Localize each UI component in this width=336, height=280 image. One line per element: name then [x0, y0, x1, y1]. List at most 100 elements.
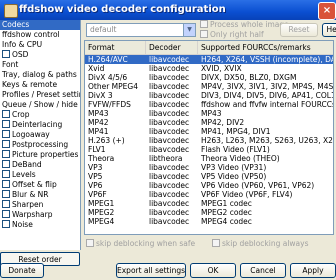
remarks-cell: Flash Video (FLV1): [201, 145, 270, 154]
sidebar-item[interactable]: Postprocessing: [0, 140, 80, 150]
format-cell: DivX 4/5/6: [88, 73, 128, 82]
table-row[interactable]: MP41 libavcodec MP41, MPG4, DIV1: [85, 127, 333, 136]
sidebar-item[interactable]: Sharpen: [0, 200, 80, 210]
table-row[interactable]: FVFW/FFDS libavcodec ffdshow and ffvfw int…: [85, 100, 333, 109]
format-cell: VP6: [88, 181, 103, 190]
remarks-cell: MP42, DIV2: [201, 118, 245, 127]
sidebar-item-label: Logoaway: [12, 130, 50, 139]
sidebar-item[interactable]: Tray, dialog & paths: [0, 70, 80, 80]
table-row[interactable]: FLV1 libavcodec Flash Video (FLV1): [85, 145, 333, 154]
header-decoder[interactable]: Decoder: [146, 41, 198, 54]
header-format[interactable]: Format: [85, 41, 146, 54]
decoder-cell: libavcodec: [149, 55, 190, 64]
table-row[interactable]: VP3 libavcodec VP3 Video (VP31): [85, 163, 333, 172]
help-button[interactable]: Help: [322, 23, 336, 37]
skip-deblocking-safe-checkbox[interactable]: skip deblocking when safe: [86, 239, 195, 248]
table-row[interactable]: VP6 libavcodec VP6 Video (VP60, VP61, VP62…: [85, 181, 333, 190]
sidebar-item[interactable]: Blur & NR: [0, 190, 80, 200]
sidebar-item[interactable]: Noise: [0, 220, 80, 230]
sidebar-item[interactable]: ffdshow control: [0, 30, 80, 40]
codec-table[interactable]: Format Decoder Supported FOURCCs/remarks…: [84, 40, 334, 235]
ok-button[interactable]: OK: [190, 263, 236, 278]
decoder-cell: libavcodec: [149, 127, 190, 136]
reset-button[interactable]: Reset: [280, 23, 318, 37]
format-cell: VP3: [88, 163, 103, 172]
checkbox-icon[interactable]: [2, 150, 10, 158]
sidebar-item-label: Deinterlacing: [12, 120, 63, 129]
sidebar-item[interactable]: DeBand: [0, 160, 80, 170]
table-body: H.264/AVC libavcodec H264, X264, VSSH (inc…: [85, 55, 333, 226]
sidebar-item-label: Info & CPU: [2, 40, 43, 49]
sidebar-item[interactable]: Profiles / Preset settings: [0, 90, 80, 100]
sidebar-item-label: Crop: [12, 110, 30, 119]
checkbox-icon: [200, 20, 208, 28]
remarks-cell: MP43: [201, 109, 222, 118]
sidebar-item-label: Noise: [12, 220, 33, 229]
table-row[interactable]: Theora libtheora Theora Video (THEO): [85, 154, 333, 163]
sidebar-item[interactable]: Levels: [0, 170, 80, 180]
preset-combobox[interactable]: default ▼: [86, 23, 196, 37]
checkbox-icon[interactable]: [2, 50, 10, 58]
checkbox-icon[interactable]: [2, 120, 10, 128]
close-button[interactable]: ×: [318, 2, 336, 20]
decoder-cell: libavcodec: [149, 82, 190, 91]
format-cell: VP6F: [88, 190, 107, 199]
checkbox-icon[interactable]: [2, 110, 10, 118]
sidebar-item[interactable]: Picture properties: [0, 150, 80, 160]
sidebar-item[interactable]: Warpsharp: [0, 210, 80, 220]
top-options: default ▼ Process whole image Only right…: [82, 20, 336, 40]
sidebar-item[interactable]: Crop: [0, 110, 80, 120]
sidebar-item[interactable]: Codecs: [0, 20, 80, 30]
table-row[interactable]: MPEG2 libavcodec MPEG2 codec: [85, 208, 333, 217]
checkbox-icon[interactable]: [2, 170, 10, 178]
donate-button[interactable]: Donate: [0, 263, 44, 278]
table-row[interactable]: MPEG4 libavcodec MPEG4 codec: [85, 217, 333, 226]
remarks-cell: VP6F Video (VP6F, FLV4): [201, 190, 293, 199]
process-whole-image-checkbox[interactable]: Process whole image: [200, 20, 289, 29]
remarks-cell: ffdshow and ffvfw internal FOURCCs: [201, 100, 334, 109]
sidebar-item[interactable]: Deinterlacing: [0, 120, 80, 130]
sidebar-item[interactable]: Offset & flip: [0, 180, 80, 190]
table-row[interactable]: DivX 3 libavcodec DIV3, DIV4, DIV5, DIV6, …: [85, 91, 333, 100]
sidebar-item[interactable]: OSD: [0, 50, 80, 60]
sidebar-item-label: OSD: [12, 50, 29, 59]
sidebar-item[interactable]: Queue / Show / hide filters: [0, 100, 80, 110]
checkbox-icon[interactable]: [2, 180, 10, 188]
checkbox-icon[interactable]: [2, 190, 10, 198]
table-row[interactable]: VP5 libavcodec VP5 Video (VP50): [85, 172, 333, 181]
sidebar-item-label: Codecs: [2, 20, 30, 29]
sidebar-item-label: Postprocessing: [12, 140, 69, 149]
table-row[interactable]: Other MPEG4 libavcodec MP4V, 3IVX, 3IV1, 3…: [85, 82, 333, 91]
checkbox-icon[interactable]: [2, 210, 10, 218]
chevron-down-icon[interactable]: ▼: [183, 24, 195, 36]
checkbox-icon[interactable]: [2, 130, 10, 138]
format-cell: Xvid: [88, 64, 105, 73]
table-row[interactable]: MPEG1 libavcodec MPEG1 codec: [85, 199, 333, 208]
remarks-cell: DIV3, DIV4, DIV5, DIV6, AP41, COL1, MPG3: [201, 91, 333, 100]
skip-deblocking-always-checkbox[interactable]: skip deblocking always: [212, 239, 309, 248]
checkbox-icon[interactable]: [2, 140, 10, 148]
table-row[interactable]: Xvid libavcodec XVID, XVIX: [85, 64, 333, 73]
export-settings-button[interactable]: Export all settings: [116, 263, 186, 278]
header-remarks[interactable]: Supported FOURCCs/remarks: [198, 41, 333, 54]
only-right-half-checkbox[interactable]: Only right half: [200, 30, 264, 39]
table-row[interactable]: MP42 libavcodec MP42, DIV2: [85, 118, 333, 127]
deblocking-options: skip deblocking when safe skip deblockin…: [84, 238, 334, 250]
checkbox-icon[interactable]: [2, 220, 10, 228]
sidebar[interactable]: Codecs ffdshow control Info & CPU OSD Font Tr…: [0, 20, 81, 250]
format-cell: Other MPEG4: [88, 82, 138, 91]
cancel-button[interactable]: Cancel: [240, 263, 286, 278]
table-row[interactable]: DivX 4/5/6 libavcodec DIVX, DX50, BLZ0, DX…: [85, 73, 333, 82]
sidebar-item[interactable]: Info & CPU: [0, 40, 80, 50]
table-row[interactable]: H.263 (+) libavcodec H263, L263, M263, S26…: [85, 136, 333, 145]
table-row[interactable]: H.264/AVC libavcodec H264, X264, VSSH (inc…: [85, 55, 333, 64]
apply-button[interactable]: Apply: [290, 263, 336, 278]
sidebar-item[interactable]: Font: [0, 60, 80, 70]
table-row[interactable]: MP43 libavcodec MP43: [85, 109, 333, 118]
only-right-half-label: Only right half: [210, 30, 264, 39]
table-row[interactable]: VP6F libavcodec VP6F Video (VP6F, FLV4): [85, 190, 333, 199]
checkbox-icon[interactable]: [2, 200, 10, 208]
sidebar-item[interactable]: Keys & remote: [0, 80, 80, 90]
sidebar-item[interactable]: Logoaway: [0, 130, 80, 140]
checkbox-icon[interactable]: [2, 160, 10, 168]
